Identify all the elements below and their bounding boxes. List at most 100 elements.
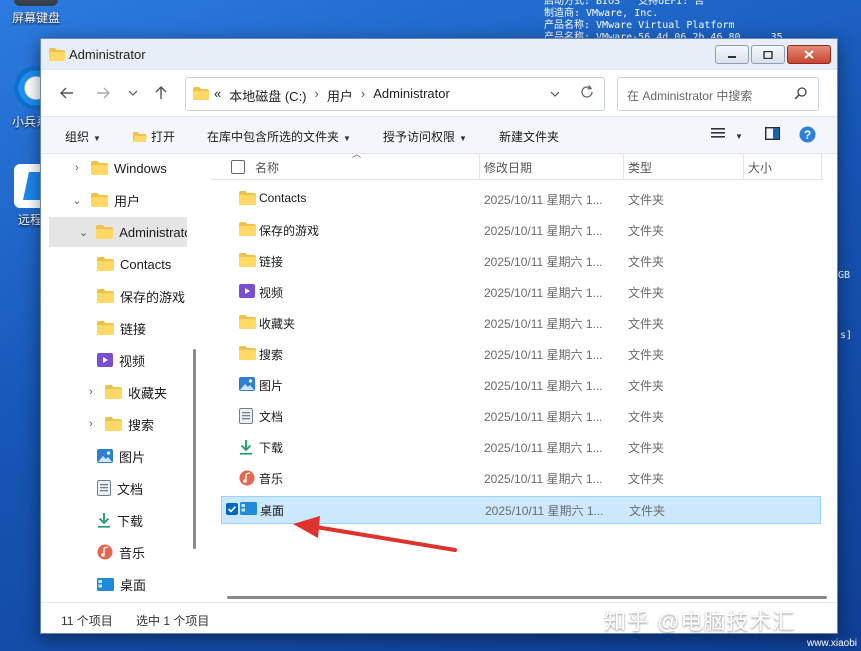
file-row[interactable]: 收藏夹 2025/10/11 星期六 1... 文件夹 [221, 310, 819, 336]
music-icon [97, 544, 113, 560]
nav-item[interactable]: 链接 [49, 313, 187, 343]
chevron-down-icon [550, 91, 560, 97]
select-all-checkbox[interactable] [231, 160, 245, 174]
nav-item[interactable]: Contacts [49, 249, 187, 279]
nav-item[interactable]: › 收藏夹 [49, 377, 187, 407]
nav-item[interactable]: 图片 [49, 441, 187, 471]
nav-item-label: Contacts [120, 256, 172, 272]
file-row[interactable]: 图片 2025/10/11 星期六 1... 文件夹 [221, 372, 819, 398]
nav-item[interactable]: ⌄ Administrator [49, 217, 187, 247]
breadcrumb-item-administrator[interactable]: Administrator [373, 86, 450, 105]
breadcrumb-separator-icon[interactable]: › [361, 86, 365, 105]
column-header-size[interactable]: 大小 [748, 159, 772, 176]
file-name: 音乐 [259, 472, 284, 486]
preview-pane-button[interactable] [764, 126, 781, 143]
file-row[interactable]: 桌面 2025/10/11 星期六 1... 文件夹 [221, 496, 821, 524]
file-row[interactable]: 音乐 2025/10/11 星期六 1... 文件夹 [221, 465, 819, 491]
desktop-icon [240, 502, 257, 518]
organize-menu[interactable]: 组织 ▼ [65, 128, 101, 145]
file-row[interactable]: Contacts 2025/10/11 星期六 1... 文件夹 [221, 186, 819, 212]
breadcrumb-item-users[interactable]: 用户 [327, 86, 353, 105]
column-header-row: 名称 ︿ 修改日期 类型 大小 [211, 149, 823, 180]
file-row[interactable]: 文档 2025/10/11 星期六 1... 文件夹 [221, 403, 819, 429]
download-icon [239, 439, 253, 458]
item-count: 11 个项目 [61, 614, 113, 628]
close-button[interactable] [787, 45, 831, 64]
file-name: 搜索 [259, 348, 284, 362]
nav-item-label: 视频 [119, 353, 146, 369]
file-row[interactable]: 视频 2025/10/11 星期六 1... 文件夹 [221, 279, 819, 305]
minimize-button[interactable] [715, 45, 749, 64]
caret-down-icon: ▼ [343, 134, 351, 143]
column-header-modified[interactable]: 修改日期 [484, 159, 532, 176]
title-bar[interactable]: Administrator [41, 39, 837, 70]
back-button[interactable] [55, 81, 79, 105]
keyboard-icon [14, 0, 58, 6]
checkmark-icon [227, 505, 237, 513]
breadcrumb-item-local-disk[interactable]: 本地磁盘 (C:) [229, 86, 306, 105]
address-bar[interactable]: « 本地磁盘 (C:) › 用户 › Administrator [185, 77, 605, 111]
folder-icon [239, 315, 256, 332]
search-placeholder: 在 Administrator 中搜索 [627, 89, 753, 103]
up-button[interactable] [149, 81, 173, 105]
nav-item[interactable]: 音乐 [49, 537, 187, 567]
new-folder-button[interactable]: 新建文件夹 [499, 128, 559, 145]
nav-item[interactable]: 下载 [49, 505, 187, 535]
chevron-right-icon[interactable]: › [85, 418, 97, 430]
file-name: 桌面 [260, 504, 285, 518]
recent-locations-button[interactable] [121, 81, 145, 105]
nav-item[interactable]: 保存的游戏 [49, 281, 187, 311]
column-header-type[interactable]: 类型 [628, 159, 652, 176]
open-button[interactable]: 打开 [133, 128, 175, 145]
maximize-button[interactable] [751, 45, 785, 64]
refresh-icon [581, 85, 593, 98]
row-checkbox-checked[interactable] [226, 503, 238, 515]
nav-item[interactable]: 文档 [49, 473, 187, 503]
file-list-horizontal-scrollbar[interactable] [227, 596, 827, 599]
nav-item[interactable]: ⌄ 用户 [49, 185, 187, 215]
column-header-name[interactable]: 名称 [255, 159, 279, 176]
forward-button[interactable] [91, 81, 115, 105]
file-row[interactable]: 链接 2025/10/11 星期六 1... 文件夹 [221, 248, 819, 274]
preview-pane-icon [764, 126, 781, 141]
file-row[interactable]: 保存的游戏 2025/10/11 星期六 1... 文件夹 [221, 217, 819, 243]
search-box[interactable]: 在 Administrator 中搜索 [617, 77, 819, 111]
folder-icon [97, 321, 114, 335]
view-options-button[interactable]: ▼ [711, 127, 743, 142]
folder-icon [239, 346, 256, 363]
chevron-right-icon[interactable]: › [71, 162, 83, 174]
nav-item-label: 收藏夹 [128, 385, 168, 401]
chevron-down-icon[interactable]: ⌄ [79, 226, 88, 239]
navigation-pane-scrollbar[interactable] [193, 349, 196, 549]
file-name: Contacts [259, 191, 307, 205]
file-type: 文件夹 [628, 472, 665, 486]
breadcrumb-overflow[interactable]: « [214, 86, 221, 105]
address-history-dropdown[interactable] [550, 86, 560, 100]
nav-item-label: 桌面 [120, 577, 147, 593]
maximize-icon [763, 50, 773, 59]
watermark: 知乎 @电脑技术汇 [604, 609, 796, 634]
share-menu[interactable]: 授予访问权限 ▼ [383, 128, 467, 145]
chevron-down-icon[interactable]: ⌄ [71, 194, 83, 207]
desktop-icon-onscreen-keyboard[interactable]: 屏幕键盘 [6, 0, 66, 26]
include-in-library-menu[interactable]: 在库中包含所选的文件夹 ▼ [207, 128, 351, 145]
folder-icon [91, 161, 108, 175]
refresh-button[interactable] [580, 85, 594, 103]
nav-item[interactable]: › 搜索 [49, 409, 187, 439]
file-type: 文件夹 [628, 255, 665, 269]
folder-icon [239, 253, 256, 270]
breadcrumb-separator-icon[interactable]: › [315, 86, 319, 105]
help-button[interactable]: ? [799, 126, 816, 146]
desktop-icon [97, 577, 114, 591]
nav-item[interactable]: 视频 [49, 345, 187, 375]
nav-item[interactable]: 桌面 [49, 569, 187, 599]
nav-item-label: 保存的游戏 [120, 289, 186, 305]
nav-item[interactable]: › Windows [49, 153, 187, 183]
file-type: 文件夹 [628, 348, 665, 362]
chevron-right-icon[interactable]: › [85, 386, 97, 398]
document-icon [239, 408, 253, 427]
folder-icon [96, 225, 114, 239]
file-row[interactable]: 搜索 2025/10/11 星期六 1... 文件夹 [221, 341, 819, 367]
file-row[interactable]: 下载 2025/10/11 星期六 1... 文件夹 [221, 434, 819, 460]
download-icon [97, 512, 111, 528]
